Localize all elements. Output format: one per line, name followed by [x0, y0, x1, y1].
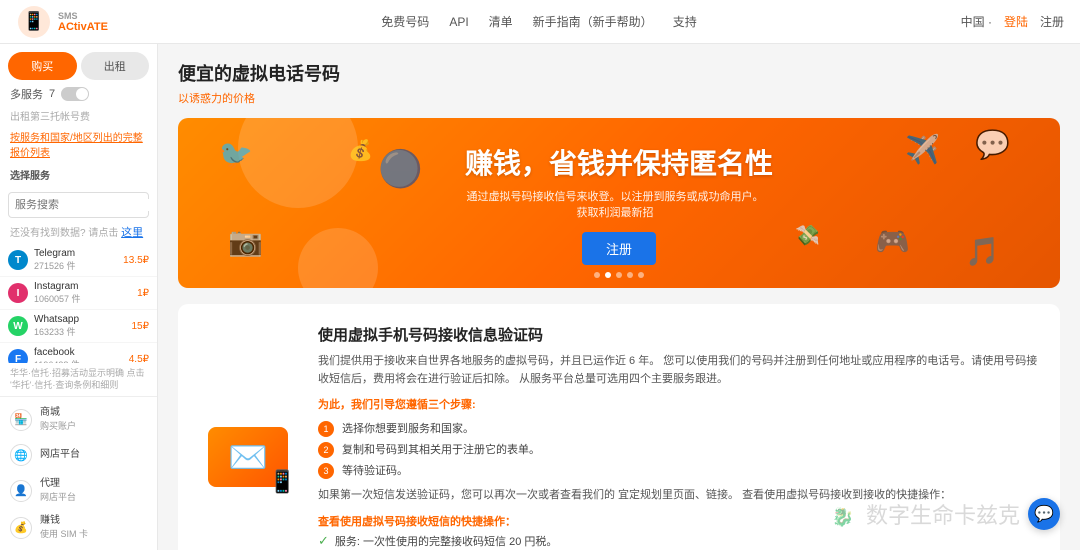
sidebar: 购买 出租 多服务 7 出租第三托帐号费 按服务和国家/地区列出的完整报价列表 … — [0, 44, 158, 550]
feature-orange-title2: 查看使用虚拟号码接收短信的快捷操作： — [318, 513, 1040, 529]
sidebar-bottom-item-1[interactable]: 🌐 网店平台 — [0, 438, 157, 472]
service-item-telegram[interactable]: T Telegram 271526 件 13.5₽ — [0, 244, 157, 277]
check-text-1: 服务: 一次性使用的完整接收码短信 20 円税。 — [335, 533, 557, 549]
logo[interactable]: 📱 SMS ACtivATE — [16, 4, 174, 40]
main-layout: 购买 出租 多服务 7 出租第三托帐号费 按服务和国家/地区列出的完整报价列表 … — [0, 44, 1080, 550]
banner-icon-coin1: 💰 — [348, 138, 373, 163]
step-text-1: 选择你想要到服务和国家。 — [342, 420, 474, 436]
feature-text: 使用虚拟手机号码接收信息验证码 我们提供用于接收来自世界各地服务的虚拟号码，并且… — [318, 324, 1040, 550]
nav-right: 中国 · 登陆 注册 — [904, 13, 1064, 30]
service-item-facebook[interactable]: F facebook 1196438 件 4.5₽ — [0, 343, 157, 363]
register-button[interactable]: 注册 — [1040, 13, 1064, 30]
page-subtitle: 以诱惑力的价格 — [178, 90, 1060, 106]
no-find-text: 还没有找到数据? 请点击 这里 — [0, 222, 157, 242]
deco-circle-2 — [298, 228, 378, 288]
sidebar-bottom-item-0[interactable]: 🏪 商城 购买账户 — [0, 401, 157, 438]
no-find-link[interactable]: 这里 — [121, 227, 143, 239]
feature-title: 使用虚拟手机号码接收信息验证码 — [318, 324, 1040, 345]
banner-dot-3[interactable] — [616, 272, 622, 278]
banner-icon-whatsapp: 💬 — [975, 128, 1010, 161]
banner-dot-5[interactable] — [638, 272, 644, 278]
bottom-icon-1: 🌐 — [10, 444, 32, 466]
tab-rent[interactable]: 出租 — [81, 52, 150, 80]
nav-api[interactable]: API — [449, 15, 468, 29]
banner-center: 赚钱，省钱并保持匿名性 通过虚拟号码接收信号来收登。以注册到服务或成功命用户。获… — [465, 142, 773, 265]
step-1: 1 选择你想要到服务和国家。 — [318, 420, 1040, 437]
services-link2[interactable]: 选择服务 — [0, 165, 157, 188]
banner-icon-twitch: 🎮 — [875, 225, 910, 258]
banner-dot-2[interactable] — [605, 272, 611, 278]
banner-icon-instagram: 📷 — [228, 225, 263, 258]
content-area: 便宜的虚拟电话号码 以诱惑力的价格 🐦 📷 ✈️ 💬 🎵 🎮 🔵 💰 💸 赚钱，… — [158, 44, 1080, 550]
nav-guide[interactable]: 新手指南（新手帮助） — [533, 13, 653, 30]
sidebar-terms: 华华·信托·招募活动显示明确 点击 '华托'·信托·查询条例和细则 — [0, 363, 157, 396]
deco-circle-1 — [238, 118, 358, 208]
logo-icon: 📱 — [16, 4, 52, 40]
toggle-value: 7 — [49, 88, 55, 100]
top-nav: 📱 SMS ACtivATE 免费号码 API 清单 新手指南（新手帮助） 支持… — [0, 0, 1080, 44]
banner-icon-coin2: 💸 — [795, 223, 820, 248]
logo-text: SMS ACtivATE — [58, 11, 108, 33]
tab-buy[interactable]: 购买 — [8, 52, 77, 80]
feature-why-title: 为此，我们引导您遵循三个步骤: — [318, 396, 1040, 412]
nav-free-numbers[interactable]: 免费号码 — [381, 13, 429, 30]
search-input[interactable] — [15, 199, 157, 211]
step-text-2: 复制和号码到其相关用于注册它的表单。 — [342, 441, 540, 457]
banner-icon-telegram: ✈️ — [905, 133, 940, 166]
banner-register-button[interactable]: 注册 — [582, 232, 656, 265]
step-text-3: 等待验证码。 — [342, 462, 408, 478]
bottom-icon-0: 🏪 — [10, 409, 32, 431]
search-box: 🔍 — [8, 192, 149, 218]
banner-icon-twitter: 🐦 — [218, 138, 253, 171]
banner-icon-google: 🔵 — [378, 148, 423, 190]
sidebar-bottom: 🏪 商城 购买账户 🌐 网店平台 👤 代理 网店平台 💰 赚钱 使用 SIM 卡 — [0, 396, 157, 550]
nav-support[interactable]: 支持 — [673, 13, 697, 30]
service-icon-1: I — [8, 283, 28, 303]
multi-service-toggle[interactable] — [61, 87, 89, 101]
bottom-icon-3: 💰 — [10, 517, 32, 539]
service-icon-2: W — [8, 316, 28, 336]
step-num-2: 2 — [318, 442, 334, 458]
step-3: 3 等待验证码。 — [318, 462, 1040, 479]
sidebar-tabs: 购买 出租 — [0, 44, 157, 80]
hero-banner: 🐦 📷 ✈️ 💬 🎵 🎮 🔵 💰 💸 赚钱，省钱并保持匿名性 通过虚拟号码接收信… — [178, 118, 1060, 288]
nav-links: 免费号码 API 清单 新手指南（新手帮助） 支持 — [174, 13, 904, 30]
sidebar-bottom-item-3[interactable]: 💰 赚钱 使用 SIM 卡 — [0, 509, 157, 546]
banner-dot-1[interactable] — [594, 272, 600, 278]
banner-title: 赚钱，省钱并保持匿名性 — [465, 142, 773, 182]
step-num-3: 3 — [318, 463, 334, 479]
feature-intro: 我们提供用于接收来自世界各地服务的虚拟号码，并且已运作近 6 年。 您可以使用我… — [318, 353, 1040, 388]
service-item-whatsapp[interactable]: W Whatsapp 163233 件 15₽ — [0, 310, 157, 343]
lang-selector[interactable]: 中国 · — [961, 13, 992, 30]
service-icon-3: F — [8, 349, 28, 363]
banner-dot-4[interactable] — [627, 272, 633, 278]
svg-text:📱: 📱 — [23, 10, 45, 31]
check-icon-1: ✓ — [318, 533, 329, 549]
feature-steps: 1 选择你想要到服务和国家。 2 复制和号码到其相关用于注册它的表单。 3 等待… — [318, 420, 1040, 479]
step-2: 2 复制和号码到其相关用于注册它的表单。 — [318, 441, 1040, 458]
page-title: 便宜的虚拟电话号码 — [178, 60, 1060, 86]
step-num-1: 1 — [318, 421, 334, 437]
sidebar-hint: 出租第三托帐号费 — [0, 108, 157, 127]
login-button[interactable]: 登陆 — [1004, 13, 1028, 30]
feature-extra-text: 如果第一次短信发送验证码，您可以再次一次或者查看我们的 宜定规划里页面、链接。 … — [318, 487, 1040, 505]
feature-icon-area: ✉️ 📱 — [198, 324, 298, 550]
bottom-icon-2: 👤 — [10, 480, 32, 502]
banner-subtitle: 通过虚拟号码接收信号来收登。以注册到服务或成功命用户。获取利润最新招 — [465, 188, 765, 220]
service-item-instagram[interactable]: I Instagram 1060057 件 1₽ — [0, 277, 157, 310]
feature-section: ✉️ 📱 使用虚拟手机号码接收信息验证码 我们提供用于接收来自世界各地服务的虚拟… — [178, 304, 1060, 550]
banner-icon-tiktok: 🎵 — [965, 235, 1000, 268]
check-item-1: ✓ 服务: 一次性使用的完整接收码短信 20 円税。 — [318, 533, 1040, 549]
feature-envelope-icon: ✉️ 📱 — [208, 427, 288, 487]
service-icon-0: T — [8, 250, 28, 270]
banner-dots — [594, 272, 644, 278]
nav-list[interactable]: 清单 — [489, 13, 513, 30]
toggle-row: 多服务 7 — [0, 80, 157, 108]
sidebar-bottom-item-2[interactable]: 👤 代理 网店平台 — [0, 472, 157, 509]
chat-icon: 💬 — [1034, 504, 1054, 524]
service-list: T Telegram 271526 件 13.5₽ I Instagram 10… — [0, 242, 157, 363]
chat-corner-button[interactable]: 💬 — [1028, 498, 1060, 530]
services-link[interactable]: 按服务和国家/地区列出的完整报价列表 — [0, 127, 157, 165]
toggle-label: 多服务 — [10, 86, 43, 102]
